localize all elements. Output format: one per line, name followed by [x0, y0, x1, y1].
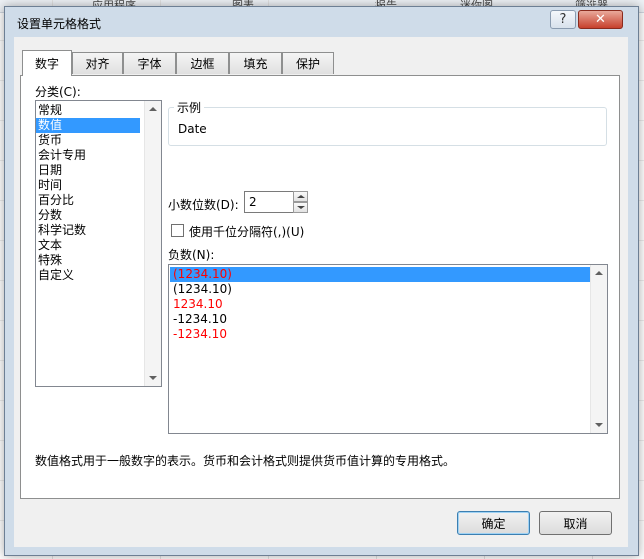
negative-option-selected[interactable]: (1234.10): [170, 267, 590, 282]
tab-number[interactable]: 数字: [22, 50, 72, 76]
decimal-places-label: 小数位数(D):: [168, 198, 239, 212]
negative-option[interactable]: -1234.10: [170, 327, 590, 342]
tab-alignment[interactable]: 对齐: [72, 52, 123, 74]
negative-scrollbar[interactable]: [590, 265, 607, 433]
category-item[interactable]: 分数: [36, 208, 140, 223]
dialog-body: 数字 对齐 字体 边框 填充 保护 分类(C): 常规 数值 货币 会计专用 日…: [14, 37, 628, 547]
thousands-separator-checkbox[interactable]: [171, 224, 184, 237]
category-item[interactable]: 百分比: [36, 193, 140, 208]
category-item[interactable]: 特殊: [36, 253, 140, 268]
category-item[interactable]: 自定义: [36, 268, 140, 283]
decimal-places-stepper: [293, 191, 308, 213]
stepper-down-icon[interactable]: [293, 202, 308, 213]
negative-numbers-label: 负数(N):: [168, 248, 215, 262]
tab-font[interactable]: 字体: [123, 52, 176, 74]
category-item-selected[interactable]: 数值: [36, 118, 140, 133]
category-item[interactable]: 会计专用: [36, 148, 140, 163]
help-button[interactable]: ?: [550, 10, 576, 29]
negative-numbers-list[interactable]: (1234.10) (1234.10) 1234.10 -1234.10 -12…: [168, 264, 608, 434]
thousands-separator-label[interactable]: 使用千位分隔符(,)(U): [189, 223, 304, 240]
decimal-places-input[interactable]: 2: [244, 191, 294, 213]
category-item[interactable]: 货币: [36, 133, 140, 148]
format-cells-dialog: 设置单元格格式 ? ✕ 数字 对齐 字体 边框 填充 保护 分类(C): 常规 …: [4, 6, 639, 556]
scroll-down-icon[interactable]: [595, 423, 603, 427]
negative-option[interactable]: (1234.10): [170, 282, 590, 297]
scroll-up-icon[interactable]: [595, 271, 603, 275]
tab-protection[interactable]: 保护: [282, 52, 334, 74]
dialog-title: 设置单元格格式: [17, 17, 102, 31]
format-description: 数值格式用于一般数字的表示。货币和会计格式则提供货币值计算的专用格式。: [35, 454, 456, 468]
negative-option[interactable]: -1234.10: [170, 312, 590, 327]
ok-button[interactable]: 确定: [457, 511, 530, 535]
category-list[interactable]: 常规 数值 货币 会计专用 日期 时间 百分比 分数 科学记数 文本 特殊 自定…: [35, 100, 162, 387]
tab-panel-number: 分类(C): 常规 数值 货币 会计专用 日期 时间 百分比 分数 科学记数 文…: [20, 75, 620, 499]
scroll-down-icon[interactable]: [149, 376, 157, 380]
category-item[interactable]: 日期: [36, 163, 140, 178]
dialog-titlebar[interactable]: 设置单元格格式 ? ✕: [5, 7, 638, 35]
sample-title: 示例: [174, 99, 205, 116]
category-item[interactable]: 时间: [36, 178, 140, 193]
category-item[interactable]: 科学记数: [36, 223, 140, 238]
category-scrollbar[interactable]: [144, 101, 161, 386]
category-item[interactable]: 常规: [36, 103, 140, 118]
tab-fill[interactable]: 填充: [229, 52, 282, 74]
sample-value: Date: [178, 122, 207, 136]
sample-group: [168, 107, 607, 146]
negative-option[interactable]: 1234.10: [170, 297, 590, 312]
scroll-up-icon[interactable]: [149, 107, 157, 111]
close-button[interactable]: ✕: [578, 10, 623, 29]
category-label: 分类(C):: [35, 85, 81, 99]
category-item[interactable]: 文本: [36, 238, 140, 253]
cancel-button[interactable]: 取消: [539, 511, 612, 535]
tab-border[interactable]: 边框: [176, 52, 229, 74]
stepper-up-icon[interactable]: [293, 191, 308, 202]
